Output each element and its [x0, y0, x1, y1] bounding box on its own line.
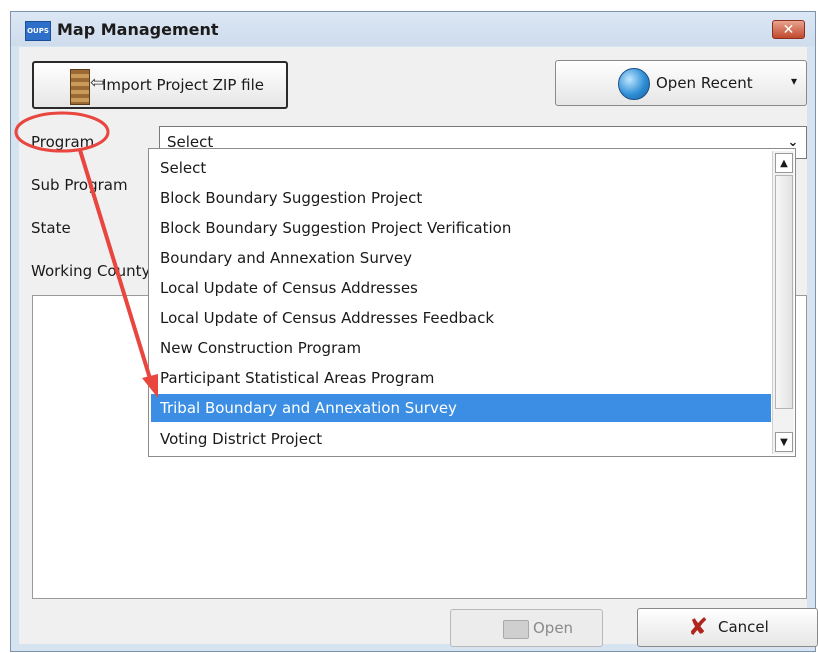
red-x-icon: ✘ [688, 613, 709, 641]
globe-icon [618, 68, 650, 100]
dropdown-scrollbar[interactable]: ▲ ▼ [772, 151, 794, 454]
dropdown-option[interactable]: Select [151, 154, 771, 182]
state-label: State [31, 219, 71, 237]
open-recent-button[interactable]: Open Recent ▾ [555, 60, 807, 106]
scroll-thumb[interactable] [775, 175, 793, 409]
import-label: Import Project ZIP file [102, 76, 264, 94]
window-title: Map Management [57, 20, 219, 39]
import-project-zip-button[interactable]: ⇦ Import Project ZIP file [32, 61, 288, 109]
dropdown-option[interactable]: Local Update of Census Addresses [151, 274, 771, 302]
dropdown-option-selected[interactable]: Tribal Boundary and Annexation Survey [151, 394, 771, 422]
dropdown-option[interactable]: Boundary and Annexation Survey [151, 244, 771, 272]
program-label: Program [31, 133, 95, 151]
open-recent-label: Open Recent [656, 74, 753, 92]
zip-file-icon [70, 69, 90, 105]
scroll-up-icon[interactable]: ▲ [775, 153, 793, 173]
dropdown-option[interactable]: Voting District Project [151, 425, 771, 453]
sub-program-label: Sub Program [31, 176, 128, 194]
dropdown-option[interactable]: Block Boundary Suggestion Project [151, 184, 771, 212]
folder-icon [503, 620, 529, 639]
title-bar: OUPS Map Management ✕ [11, 12, 815, 46]
dropdown-option[interactable]: Participant Statistical Areas Program [151, 364, 771, 392]
close-button[interactable]: ✕ [772, 20, 805, 39]
cancel-label: Cancel [718, 618, 769, 636]
app-icon: OUPS [25, 21, 51, 41]
chevron-down-icon[interactable]: ▾ [791, 74, 797, 88]
dropdown-option[interactable]: Local Update of Census Addresses Feedbac… [151, 304, 771, 332]
cancel-button[interactable]: ✘ Cancel [637, 608, 818, 647]
scroll-down-icon[interactable]: ▼ [775, 432, 793, 452]
open-label: Open [533, 619, 574, 637]
dropdown-option[interactable]: New Construction Program [151, 334, 771, 362]
dropdown-option[interactable]: Block Boundary Suggestion Project Verifi… [151, 214, 771, 242]
program-dropdown-list[interactable]: Select Block Boundary Suggestion Project… [148, 148, 796, 457]
working-county-label: Working County [31, 262, 151, 280]
open-button[interactable]: Open [450, 609, 603, 647]
